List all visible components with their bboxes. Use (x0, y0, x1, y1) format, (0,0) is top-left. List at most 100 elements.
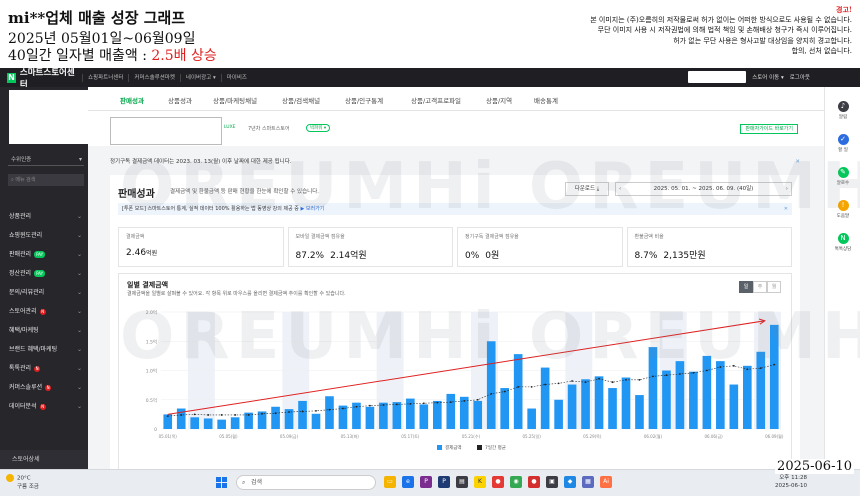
photoshop-icon[interactable]: P (438, 476, 450, 488)
stats-tab[interactable]: 상품성과 (168, 95, 192, 105)
illustrator-icon[interactable]: Ai (600, 476, 612, 488)
metric-extra: 0원 (485, 251, 500, 261)
sidebar-item[interactable]: 데이터분석 N ⌄ (0, 397, 88, 416)
brand-logo[interactable]: N 스마트스토어센터 (0, 68, 82, 90)
stats-tab[interactable]: 상품/마케팅채널 (213, 95, 257, 105)
sales-performance-panel: 판매성과 결제금액 및 환불금액 등 판매 현황을 한눈에 확인할 수 있습니다… (110, 175, 800, 469)
sidebar-item[interactable]: 상품관리 ⌄ (0, 207, 88, 226)
stats-tab[interactable]: 상품/검색채널 (282, 95, 320, 105)
rail-item[interactable]: ♪ 알림 (825, 101, 860, 120)
stats-tab[interactable]: 상품/고객프로파일 (411, 95, 461, 105)
premiere-icon[interactable]: P (420, 476, 432, 488)
app-icon[interactable]: ▦ (582, 476, 594, 488)
chrome-icon[interactable]: ◉ (510, 476, 522, 488)
seller-guide-button[interactable]: 판매자가이드 바로가기 (740, 124, 798, 134)
metric-label: 환불금액 비율 (634, 234, 664, 240)
top-nav-item[interactable]: 커머스솔루션마켓 (128, 73, 179, 82)
sidebar-item-badge: PAY (34, 270, 46, 277)
rail-label: 톡톡상담 (834, 247, 852, 252)
sidebar-item[interactable]: 혜택/마케팅 ⌄ (0, 321, 88, 340)
app-icon[interactable]: ▣ (546, 476, 558, 488)
x-tick-label: 05.17(토) (401, 434, 420, 439)
avg-point (220, 414, 223, 416)
system-tray[interactable]: 오후 11:28 2025-06-10 (775, 474, 807, 490)
kakao-icon[interactable]: K (474, 476, 486, 488)
right-rail: ♪ 알림 ✓ 할 일 ✎ 알로수 ! 도움말 N 톡톡상담 (824, 87, 860, 469)
windows-start-icon[interactable] (216, 477, 227, 488)
sidebar-item[interactable]: 브랜드 혜택/마케팅 ⌄ (0, 340, 88, 359)
warning-line: 무단 이미지 사용 시 저작권법에 의해 법적 책임 및 손해배상 청구가 즉시… (597, 26, 852, 35)
avg-point (584, 381, 587, 384)
avg-point (180, 414, 183, 416)
stats-tab[interactable]: 배송통계 (534, 95, 558, 105)
top-nav: 쇼핑파트너센터 커머스솔루션마켓 네이버광고 ▾ 마이비즈 (82, 73, 252, 82)
sidebar-item[interactable]: 스토어관리 N ⌄ (0, 302, 88, 321)
sun-icon (6, 474, 14, 482)
sidebar-item-label: 문의/리뷰관리 (9, 289, 45, 296)
stats-tab[interactable]: 판매성과 (118, 95, 146, 113)
logout-button[interactable]: 로그아웃 (790, 73, 810, 81)
sidebar-select[interactable]: 수위인증 ▾ (8, 154, 84, 166)
sales-bar (648, 347, 658, 429)
stats-tab[interactable]: 상품/인구통계 (345, 95, 383, 105)
rail-item[interactable]: ! 도움말 (825, 200, 860, 219)
edge-icon[interactable]: e (402, 476, 414, 488)
grade-pill[interactable]: 빅파워 ▾ (306, 124, 331, 132)
app-icon[interactable]: ◆ (564, 476, 576, 488)
avg-point (436, 401, 439, 404)
shop-info-bar: LUXE 7년차 스마트스토어 빅파워 ▾ 판매자가이드 바로가기 (88, 111, 824, 146)
x-tick-label: 05.09(금) (280, 434, 299, 439)
top-nav-item[interactable]: 마이비즈 (220, 73, 252, 82)
close-icon[interactable]: ✕ (784, 203, 788, 215)
file-explorer-icon[interactable]: ▭ (384, 476, 396, 488)
close-icon[interactable]: ✕ (795, 155, 800, 169)
rail-item[interactable]: ✎ 알로수 (825, 167, 860, 186)
sidebar-item[interactable]: 문의/리뷰관리 ⌄ (0, 283, 88, 302)
promo-link[interactable]: ▶ 보러가기 (300, 206, 324, 212)
app-icon[interactable]: ● (528, 476, 540, 488)
app-icon[interactable]: ▤ (456, 476, 468, 488)
chevron-left-icon[interactable]: ‹ (619, 183, 621, 196)
sidebar-store-home[interactable]: 스토어상세 (0, 450, 88, 469)
menu-search-input[interactable]: ⌕ 메뉴 검색 (8, 174, 84, 186)
metric-value: 2.46 (126, 248, 147, 258)
top-nav-item[interactable]: 쇼핑파트너센터 (82, 73, 128, 82)
rail-item[interactable]: N 톡톡상담 (825, 233, 860, 252)
sidebar-item[interactable]: 톡톡관리 N ⌄ (0, 359, 88, 378)
top-nav-item[interactable]: 네이버광고 ▾ (179, 73, 221, 82)
download-button[interactable]: 다운로드 ⤓ (565, 182, 609, 196)
avg-point (503, 390, 506, 393)
sidebar-item-label: 혜택/마케팅 (9, 327, 39, 334)
chevron-down-icon: ⌄ (76, 384, 82, 391)
metric-value: 87.2% (295, 251, 325, 261)
avg-point (732, 364, 735, 367)
avg-point (395, 403, 398, 406)
taskbar-search-input[interactable]: ⌕ 검색 (236, 475, 376, 490)
sidebar-item-badge: N (39, 308, 46, 315)
date-range-picker[interactable]: ‹ 2025. 05. 01. ~ 2025. 06. 09. (40일) › (615, 182, 792, 196)
sidebar-item-label: 톡톡관리 (9, 365, 32, 372)
sidebar-item[interactable]: 쇼핑윈도관리 ⌄ (0, 226, 88, 245)
sidebar-item-badge: N (34, 365, 41, 372)
sales-bar (742, 365, 752, 429)
x-tick-label: 06.06(금) (704, 434, 723, 439)
account-name-redacted[interactable] (688, 71, 747, 83)
x-tick-label: 05.21(수) (462, 433, 481, 439)
app-icon[interactable]: ● (492, 476, 504, 488)
chevron-right-icon[interactable]: › (786, 183, 788, 196)
sales-bar (662, 370, 671, 429)
chevron-down-icon: ⌄ (76, 327, 82, 334)
sidebar-item[interactable]: 판매관리 PAY ⌄ (0, 245, 88, 264)
store-move-button[interactable]: 스토어 이동 ▾ (752, 73, 784, 81)
avg-point (530, 385, 533, 388)
chevron-down-icon: ⌄ (76, 403, 82, 410)
sidebar-item[interactable]: 커머스솔루션 N ⌄ (0, 378, 88, 397)
notice-bar: 정기구독 결제금액 데이터는 2023. 03. 13(월) 이후 날짜에 대한… (110, 155, 800, 169)
sidebar-item[interactable]: 정산관리 PAY ⌄ (0, 264, 88, 283)
weather-widget[interactable]: 20°C 구름 조금 (6, 474, 39, 491)
sidebar-item-badge: N (39, 403, 46, 410)
stats-tab[interactable]: 상품/지역 (486, 95, 512, 105)
check-icon: ✓ (837, 134, 849, 145)
rail-item[interactable]: ✓ 할 일 (825, 134, 860, 153)
avg-point (274, 412, 277, 415)
